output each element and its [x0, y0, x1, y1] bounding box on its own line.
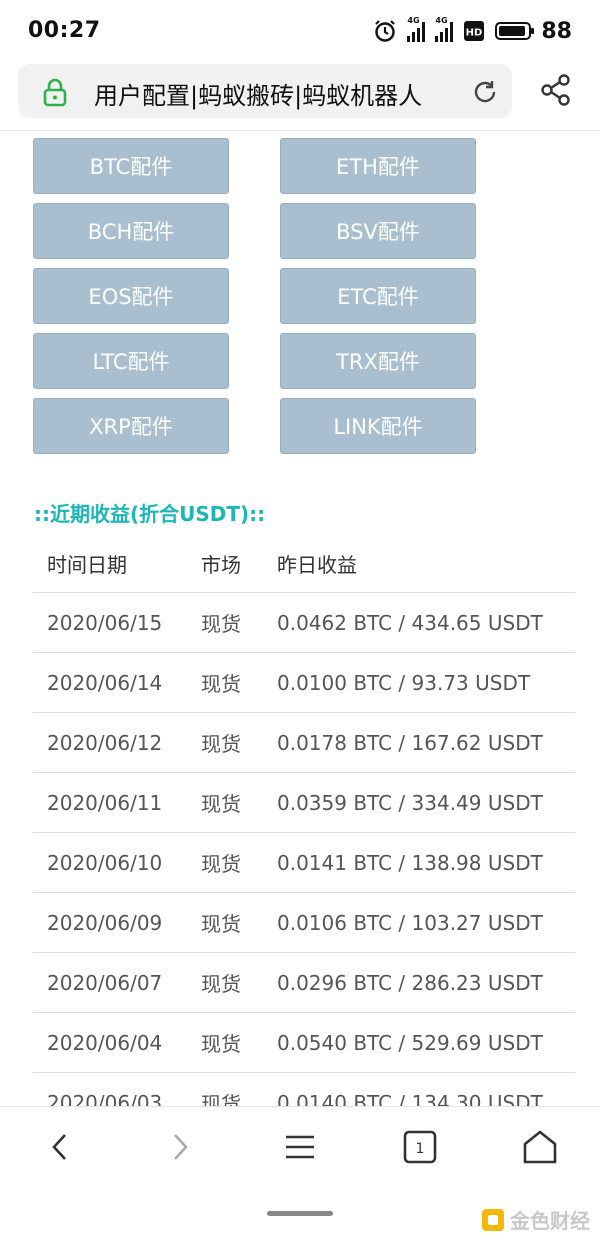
row-earning: 0.0178 BTC / 167.62 USDT [277, 730, 543, 755]
share-icon[interactable] [538, 72, 574, 108]
network-label-2: 4G [435, 16, 448, 25]
forward-icon[interactable] [160, 1127, 200, 1167]
row-earning: 0.0462 BTC / 434.65 USDT [277, 610, 543, 635]
back-icon[interactable] [40, 1127, 80, 1167]
table-row: 2020/06/12 现货 0.0178 BTC / 167.62 USDT [33, 713, 575, 773]
trx-config-button[interactable]: TRX配件 [280, 333, 476, 389]
bsv-config-button[interactable]: BSV配件 [280, 203, 476, 259]
btc-config-button[interactable]: BTC配件 [33, 138, 229, 194]
table-row: 2020/06/15 现货 0.0462 BTC / 434.65 USDT [33, 593, 575, 653]
table-row: 2020/06/09 现货 0.0106 BTC / 103.27 USDT [33, 893, 575, 953]
eth-config-button[interactable]: ETH配件 [280, 138, 476, 194]
row-date: 2020/06/11 [47, 790, 163, 815]
row-earning: 0.0359 BTC / 334.49 USDT [277, 790, 543, 815]
row-date: 2020/06/04 [47, 1030, 163, 1055]
menu-icon[interactable] [280, 1127, 320, 1167]
row-earning: 0.0100 BTC / 93.73 USDT [277, 670, 531, 695]
home-indicator[interactable] [267, 1211, 333, 1216]
eos-config-button[interactable]: EOS配件 [33, 268, 229, 324]
xrp-config-button[interactable]: XRP配件 [33, 398, 229, 454]
row-date: 2020/06/09 [47, 910, 163, 935]
ltc-config-button[interactable]: LTC配件 [33, 333, 229, 389]
tab-count: 1 [416, 1141, 425, 1157]
watermark-text: 金色财经 [510, 1209, 590, 1233]
table-row: 2020/06/07 现货 0.0296 BTC / 286.23 USDT [33, 953, 575, 1013]
earnings-table: 时间日期 市场 昨日收益 2020/06/15 现货 0.0462 BTC / … [33, 534, 575, 1133]
row-market: 现货 [201, 912, 241, 936]
lock-icon [43, 78, 67, 107]
header-date: 时间日期 [47, 552, 127, 577]
row-market: 现货 [201, 1032, 241, 1056]
row-earning: 0.0106 BTC / 103.27 USDT [277, 910, 543, 935]
signal-icon-1: 4G [407, 16, 426, 42]
header-market: 市场 [201, 552, 241, 577]
table-header: 时间日期 市场 昨日收益 [33, 534, 575, 593]
row-earning: 0.0540 BTC / 529.69 USDT [277, 1030, 543, 1055]
link-config-button[interactable]: LINK配件 [280, 398, 476, 454]
row-market: 现货 [201, 732, 241, 756]
battery-icon [495, 22, 535, 40]
earnings-section-title: ::近期收益(折合USDT):: [34, 502, 266, 526]
reload-icon[interactable] [470, 77, 500, 107]
hd-label: HD [466, 28, 483, 39]
network-label-1: 4G [407, 16, 420, 25]
signal-icon-2: 4G [435, 16, 454, 42]
row-earning: 0.0141 BTC / 138.98 USDT [277, 850, 543, 875]
header-earning: 昨日收益 [277, 552, 357, 577]
row-market: 现货 [201, 972, 241, 996]
table-row: 2020/06/11 现货 0.0359 BTC / 334.49 USDT [33, 773, 575, 833]
watermark: 金色财经 [482, 1205, 590, 1234]
bottom-nav-bar: 1 金色财经 [0, 1106, 600, 1241]
row-market: 现货 [201, 792, 241, 816]
row-date: 2020/06/10 [47, 850, 163, 875]
divider [0, 130, 600, 131]
etc-config-button[interactable]: ETC配件 [280, 268, 476, 324]
hd-icon: HD [464, 21, 485, 41]
row-market: 现货 [201, 852, 241, 876]
row-market: 现货 [201, 612, 241, 636]
table-row: 2020/06/10 现货 0.0141 BTC / 138.98 USDT [33, 833, 575, 893]
table-row: 2020/06/14 现货 0.0100 BTC / 93.73 USDT [33, 653, 575, 713]
tabs-icon[interactable]: 1 [400, 1127, 440, 1167]
row-date: 2020/06/15 [47, 610, 163, 635]
row-earning: 0.0296 BTC / 286.23 USDT [277, 970, 543, 995]
watermark-logo-icon [482, 1208, 504, 1231]
table-row: 2020/06/04 现货 0.0540 BTC / 529.69 USDT [33, 1013, 575, 1073]
row-date: 2020/06/07 [47, 970, 163, 995]
status-time: 00:27 [28, 18, 101, 43]
status-bar: 00:27 4G 4G HD 88 [0, 0, 600, 62]
battery-level: 88 [541, 18, 572, 44]
alarm-icon [375, 20, 396, 42]
status-icons: 4G 4G HD 88 [373, 16, 572, 46]
row-date: 2020/06/12 [47, 730, 163, 755]
row-market: 现货 [201, 672, 241, 696]
bch-config-button[interactable]: BCH配件 [33, 203, 229, 259]
page-title: 用户配置|蚂蚁搬砖|蚂蚁机器人 [94, 82, 423, 110]
home-icon[interactable] [520, 1127, 560, 1167]
row-date: 2020/06/14 [47, 670, 163, 695]
address-bar[interactable]: 用户配置|蚂蚁搬砖|蚂蚁机器人 [18, 64, 512, 118]
